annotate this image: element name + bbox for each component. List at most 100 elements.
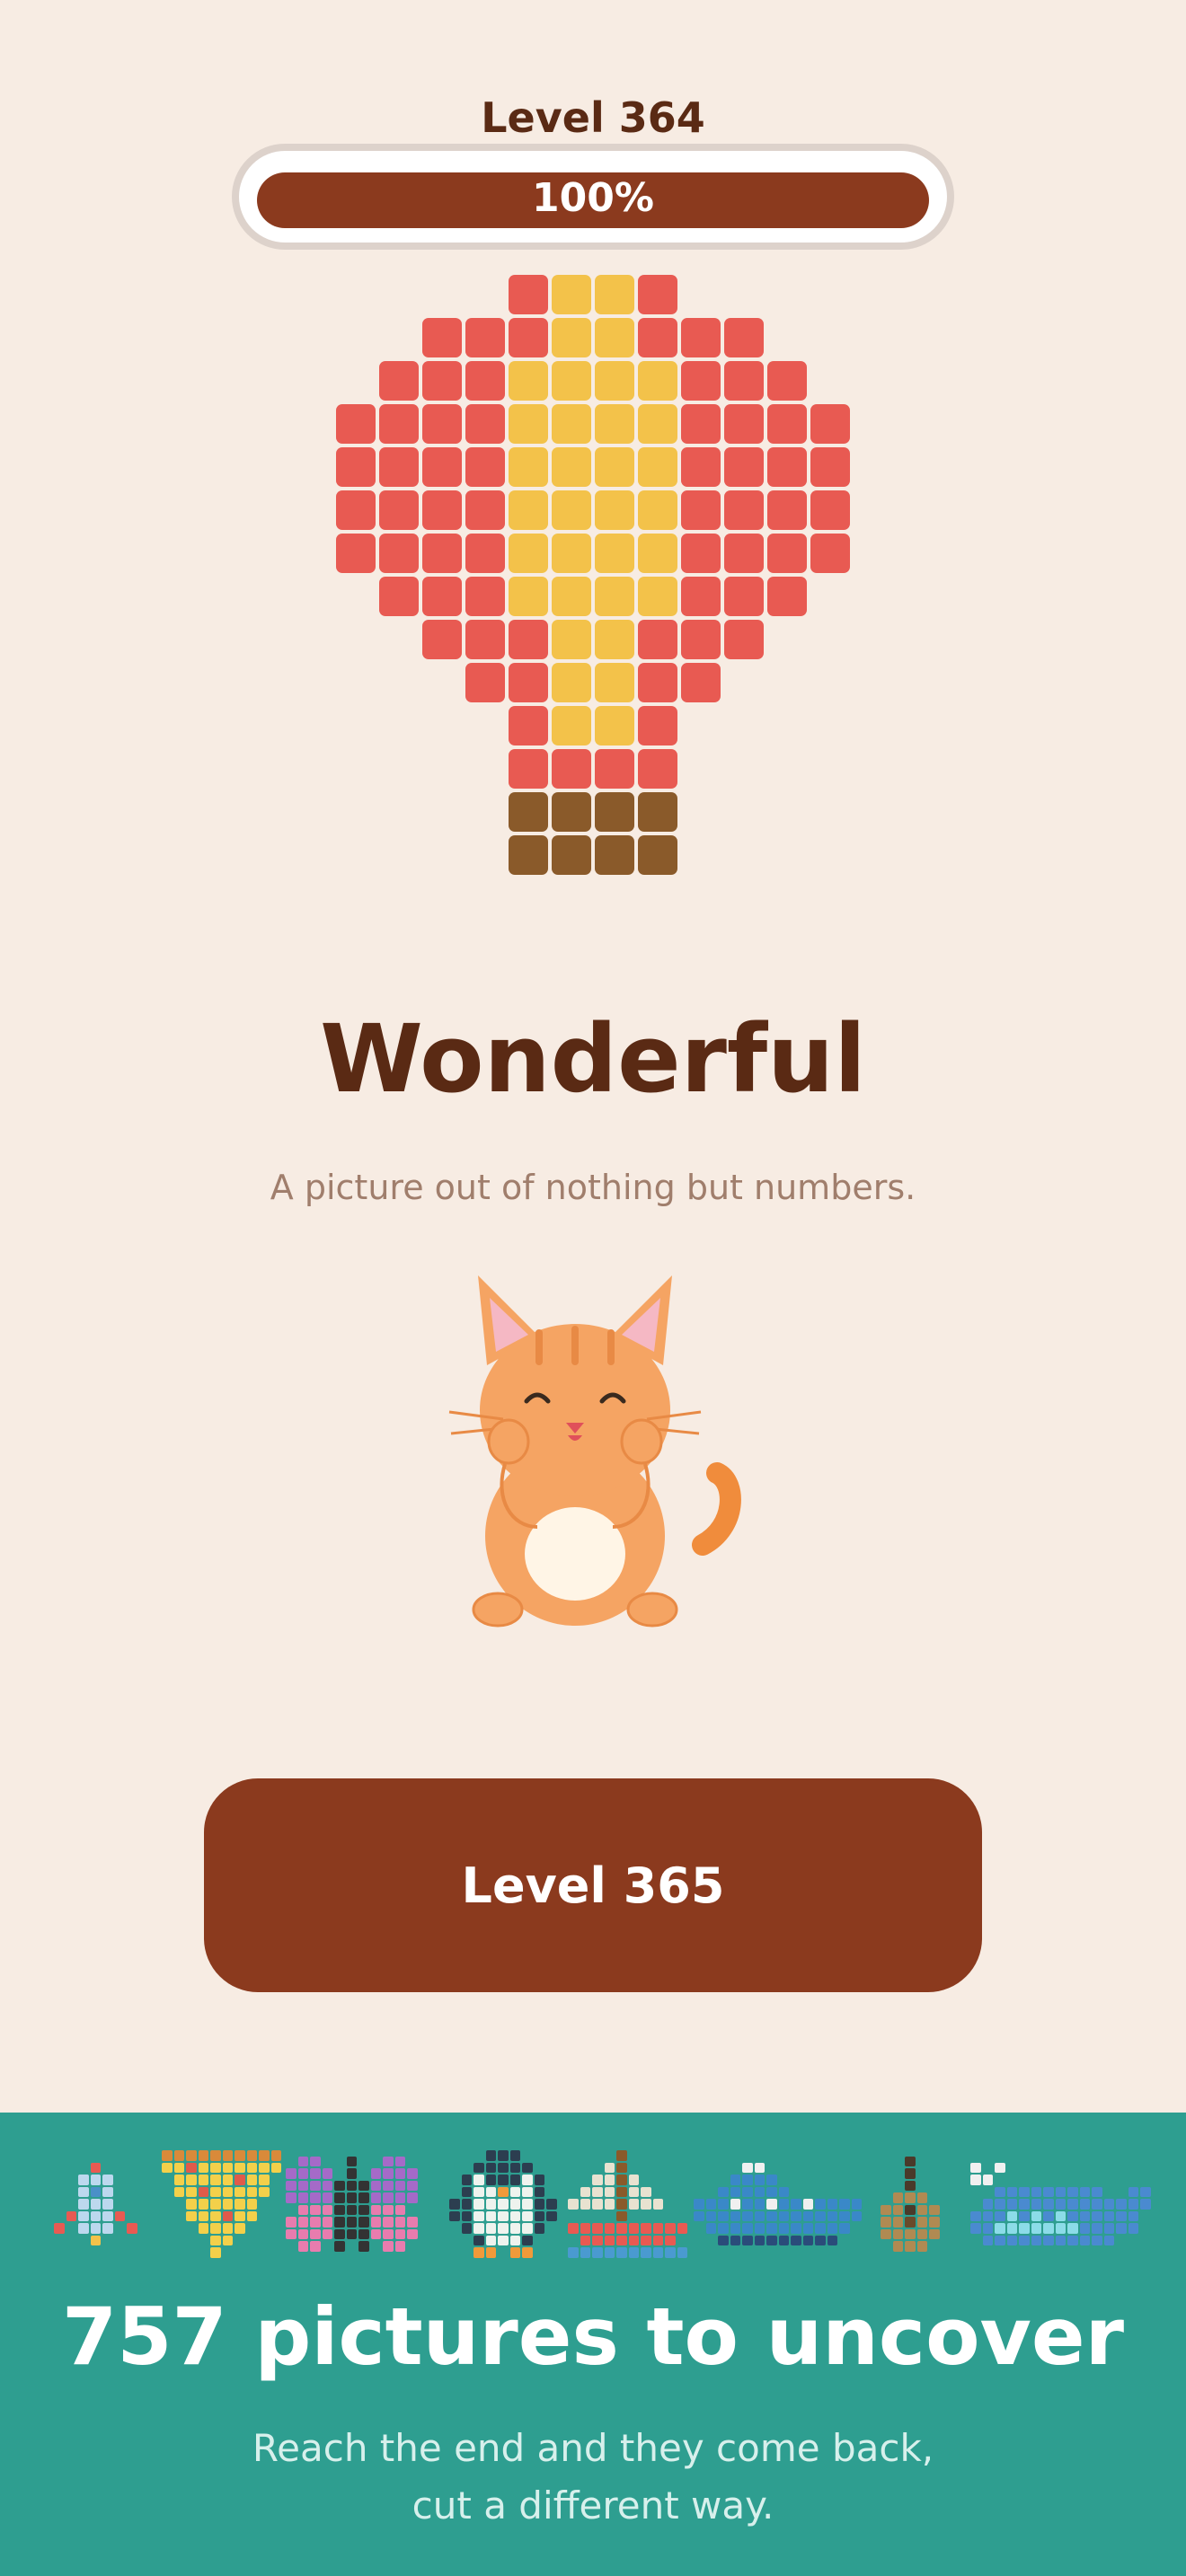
thumbnail-pixel (970, 2162, 981, 2173)
thumbnail-pixel (1092, 2235, 1102, 2245)
puzzle-cell (767, 447, 807, 487)
puzzle-cell (379, 490, 419, 530)
thumbnail-pixel (982, 2199, 993, 2210)
thumbnail-pixel (982, 2235, 993, 2245)
thumbnail-pixel (778, 2199, 789, 2210)
thumbnail-pixel (641, 2186, 651, 2197)
thumbnail-pixel (1043, 2223, 1054, 2234)
promo-banner: 757 pictures to uncover Reach the end an… (0, 2113, 1186, 2576)
puzzle-cell (724, 318, 764, 357)
thumbnail-pixel (592, 2186, 603, 2197)
thumbnail-pixel (1103, 2199, 1114, 2210)
puzzle-cell (595, 792, 634, 832)
thumbnail-pixel (754, 2162, 765, 2173)
thumbnail-pixel (766, 2210, 777, 2221)
thumbnail-pixel (616, 2186, 627, 2197)
thumbnail-pixel (498, 2223, 509, 2234)
thumbnail-pixel (641, 2223, 651, 2234)
thumbnail-pixel (246, 2150, 257, 2161)
thumbnail-pixel (235, 2162, 245, 2173)
thumbnail-pixel (210, 2186, 221, 2197)
thumbnail-pixel (334, 2241, 345, 2252)
thumbnail-pixel (916, 2241, 927, 2252)
puzzle-cell (595, 749, 634, 789)
level-title: Level 364 (481, 93, 705, 142)
thumbnail-pixel (766, 2175, 777, 2185)
puzzle-cell (509, 534, 548, 573)
thumbnail-pixel (730, 2210, 740, 2221)
thumbnail-pixel (1019, 2223, 1030, 2234)
thumbnail-pixel (383, 2217, 394, 2228)
next-level-button[interactable]: Level 365 (204, 1778, 982, 1992)
thumbnail-pixel (310, 2217, 321, 2228)
puzzle-cell (379, 534, 419, 573)
thumbnail-pixel (114, 2210, 125, 2221)
puzzle-cell (595, 620, 634, 659)
thumbnail-pixel (839, 2210, 850, 2221)
thumbnail-pixel (1092, 2223, 1102, 2234)
thumbnail-pixel (407, 2192, 418, 2203)
progress-label: 100% (532, 175, 654, 221)
thumbnail-pixel (522, 2186, 533, 2197)
thumbnail-pixel (641, 2199, 651, 2210)
thumbnail-pixel (592, 2235, 603, 2245)
thumbnail-pixel (358, 2241, 369, 2252)
thumbnail-pixel (1103, 2235, 1114, 2245)
puzzle-cell (552, 706, 591, 745)
thumbnail-pixel (127, 2223, 137, 2234)
puzzle-cell (724, 404, 764, 444)
thumbnail-pixel (815, 2235, 826, 2245)
thumbnail-pixel (522, 2175, 533, 2185)
thumbnail-pixel (641, 2247, 651, 2258)
completed-puzzle-balloon (323, 269, 863, 889)
puzzle-cell (638, 404, 677, 444)
puzzle-cell (552, 318, 591, 357)
puzzle-cell (638, 534, 677, 573)
thumbnail-pixel (905, 2204, 916, 2216)
thumbnail-pixel (616, 2162, 627, 2173)
thumbnail-pixel (742, 2235, 753, 2245)
thumbnail-pixel (754, 2199, 765, 2210)
thumbnail-pixel (1031, 2210, 1041, 2221)
thumbnail-pixel (509, 2223, 520, 2234)
thumbnail-pixel (580, 2199, 590, 2210)
thumbnail-pixel (222, 2199, 233, 2210)
thumbnail-pixel (791, 2199, 801, 2210)
thumbnail-pixel (449, 2199, 460, 2210)
thumbnail-pixel (334, 2192, 345, 2203)
puzzle-cell (465, 361, 505, 401)
thumbnail-pixel (102, 2210, 113, 2221)
thumbnail-pixel (407, 2180, 418, 2192)
thumbnail-pixel (892, 2192, 903, 2203)
thumbnail-pixel (90, 2235, 101, 2245)
thumbnail-pixel (641, 2235, 651, 2245)
thumbnail-pixel (592, 2223, 603, 2234)
thumbnail-pixel (1079, 2199, 1090, 2210)
thumbnail-pixel (346, 2180, 357, 2192)
thumbnail-pixel (916, 2192, 927, 2203)
thumbnail-pixel (78, 2186, 89, 2197)
thumbnail-pixel (802, 2223, 813, 2234)
thumbnail-pixel (568, 2247, 579, 2258)
thumbnail-pixel (246, 2186, 257, 2197)
thumbnail-pixel (297, 2241, 308, 2252)
thumbnail-pixel (534, 2199, 544, 2210)
thumbnail-pixel (705, 2223, 716, 2234)
thumbnail-pixel (1116, 2210, 1127, 2221)
thumbnail-pixel (509, 2162, 520, 2173)
thumbnail-pixel (370, 2168, 381, 2179)
thumbnail-pixel (730, 2186, 740, 2197)
thumbnail-pixel (222, 2186, 233, 2197)
thumbnail-pixel (485, 2223, 496, 2234)
puzzle-cell (336, 447, 376, 487)
thumbnail-pixel (246, 2199, 257, 2210)
thumbnail-pixel (604, 2235, 615, 2245)
thumbnail-pixel (297, 2180, 308, 2192)
thumbnail-pixel (102, 2186, 113, 2197)
thumbnail-pixel (730, 2175, 740, 2185)
thumbnail-pixel (665, 2223, 676, 2234)
puzzle-cell (638, 577, 677, 616)
thumbnail-pixel (186, 2199, 197, 2210)
thumbnail-pixel (346, 2192, 357, 2203)
thumbnail-pixel (509, 2247, 520, 2258)
